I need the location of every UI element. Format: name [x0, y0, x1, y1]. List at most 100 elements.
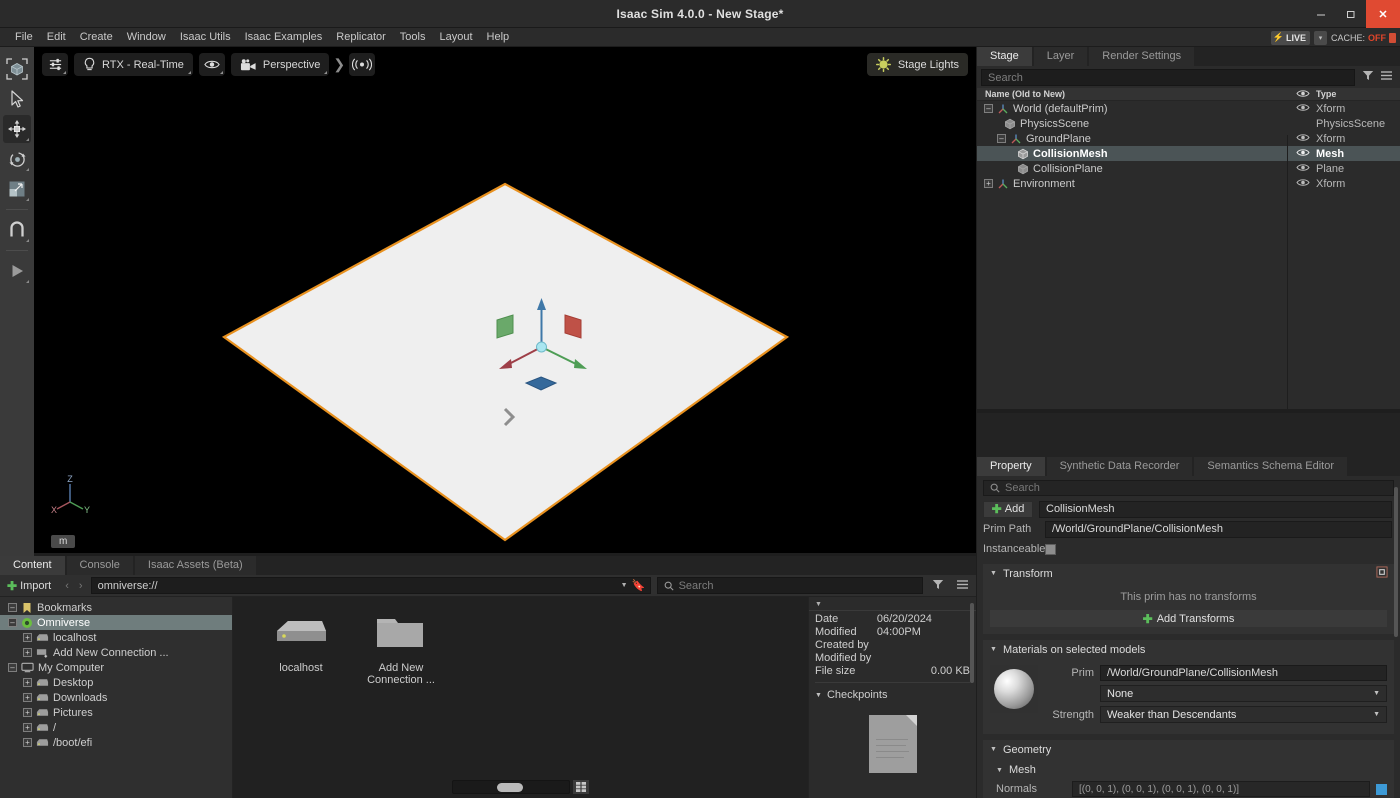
import-button[interactable]: ✚ Import: [4, 578, 57, 594]
viewport[interactable]: RTX - Real-Time Perspective ❯ Stage Ligh…: [34, 47, 976, 556]
content-tree-item-downloads[interactable]: + Downloads: [0, 690, 232, 705]
stage-lights-selector[interactable]: Stage Lights: [866, 53, 968, 76]
expander-toggle[interactable]: +: [23, 708, 32, 717]
tab-render-settings[interactable]: Render Settings: [1089, 47, 1195, 66]
menu-isaac-examples[interactable]: Isaac Examples: [238, 28, 330, 47]
stage-row-groundplane[interactable]: – GroundPlane Xform: [977, 131, 1400, 146]
tab-property[interactable]: Property: [977, 457, 1045, 476]
detail-scrollbar[interactable]: [970, 603, 974, 683]
expander-toggle[interactable]: –: [8, 603, 17, 612]
transform-target-icon[interactable]: [1376, 566, 1388, 581]
menu-layout[interactable]: Layout: [432, 28, 479, 47]
expander-toggle[interactable]: +: [23, 723, 32, 732]
visibility-toggle[interactable]: [1290, 103, 1316, 115]
normals-color-swatch[interactable]: [1376, 783, 1387, 795]
property-search-input[interactable]: Search: [983, 480, 1394, 496]
cache-status[interactable]: CACHE: OFF: [1331, 32, 1396, 43]
content-tree-item-add-connection[interactable]: + Add New Connection ...: [0, 645, 232, 660]
menu-tools[interactable]: Tools: [393, 28, 433, 47]
rotate-tool[interactable]: [3, 145, 31, 173]
stage-row-collisionmesh[interactable]: CollisionMesh Mesh: [977, 146, 1400, 161]
prim-name-input[interactable]: CollisionMesh: [1039, 500, 1392, 518]
stage-search-input[interactable]: Search: [981, 69, 1355, 86]
select-tool[interactable]: [3, 85, 31, 113]
content-tree-item-localhost[interactable]: + localhost: [0, 630, 232, 645]
tab-isaac-assets[interactable]: Isaac Assets (Beta): [134, 556, 256, 575]
content-tree-item-boot-efi[interactable]: + /boot/efi: [0, 735, 232, 750]
content-filter-button[interactable]: [929, 579, 947, 593]
grid-view-toggle[interactable]: [573, 780, 589, 794]
content-tree-item-bookmarks[interactable]: – Bookmarks: [0, 600, 232, 615]
expander-toggle[interactable]: +: [23, 678, 32, 687]
stage-row-world[interactable]: – World (defaultPrim) Xform: [977, 101, 1400, 116]
menu-create[interactable]: Create: [73, 28, 120, 47]
expander-toggle[interactable]: –: [8, 663, 17, 672]
content-tree-item-pictures[interactable]: + Pictures: [0, 705, 232, 720]
column-header-name[interactable]: Name (Old to New): [977, 89, 1290, 99]
transform-section-header[interactable]: ▼ Transform: [983, 564, 1394, 583]
snap-tool[interactable]: [3, 216, 31, 244]
add-transforms-button[interactable]: ✚ Add Transforms: [990, 610, 1387, 627]
content-file-grid[interactable]: localhost Add New Connection ...: [233, 597, 808, 798]
add-property-button[interactable]: ✚ Add: [983, 500, 1033, 518]
prim-path-input[interactable]: /World/GroundPlane/CollisionMesh: [1045, 520, 1392, 538]
viewport-visibility-button[interactable]: [198, 53, 225, 76]
camera-selector[interactable]: Perspective: [230, 53, 330, 76]
content-tree-item-desktop[interactable]: + Desktop: [0, 675, 232, 690]
content-search-input[interactable]: Search: [656, 577, 923, 594]
expander-toggle[interactable]: +: [23, 738, 32, 747]
checkpoints-section-header[interactable]: ▼ Checkpoints: [809, 687, 976, 703]
content-menu-button[interactable]: [953, 579, 972, 593]
instanceable-checkbox[interactable]: [1045, 543, 1056, 555]
content-tree[interactable]: – Bookmarks – Omniverse + localhost + Ad…: [0, 597, 233, 798]
menu-help[interactable]: Help: [480, 28, 517, 47]
expander-toggle[interactable]: +: [23, 693, 32, 702]
material-sphere-preview[interactable]: [990, 665, 1038, 713]
move-tool[interactable]: [3, 115, 31, 143]
menu-replicator[interactable]: Replicator: [329, 28, 393, 47]
bookmark-icon[interactable]: 🔖: [632, 579, 646, 592]
tab-content[interactable]: Content: [0, 556, 65, 575]
visibility-toggle[interactable]: [1290, 163, 1316, 175]
select-box-tool[interactable]: [3, 55, 31, 83]
expander-toggle[interactable]: +: [23, 633, 32, 642]
expander-toggle[interactable]: +: [984, 179, 993, 188]
nav-forward-button[interactable]: ›: [77, 580, 85, 592]
chevron-down-icon[interactable]: ▼: [621, 582, 628, 589]
property-scrollbar[interactable]: [1394, 487, 1398, 637]
grid-item-add-connection[interactable]: Add New Connection ...: [365, 611, 437, 686]
stage-menu-button[interactable]: [1377, 70, 1396, 84]
materials-section-header[interactable]: ▼ Materials on selected models: [983, 640, 1394, 659]
strength-dropdown[interactable]: Weaker than Descendants ▼: [1100, 706, 1387, 723]
menu-file[interactable]: File: [8, 28, 40, 47]
tab-semantics-schema-editor[interactable]: Semantics Schema Editor: [1194, 457, 1347, 476]
geometry-section-header[interactable]: ▼ Geometry: [983, 740, 1394, 759]
tab-layer[interactable]: Layer: [1033, 47, 1088, 66]
minimize-button[interactable]: [1306, 0, 1336, 28]
maximize-button[interactable]: [1336, 0, 1366, 28]
content-tree-item-omniverse[interactable]: – Omniverse: [0, 615, 232, 630]
move-gizmo-overlay[interactable]: [474, 287, 614, 437]
expander-toggle[interactable]: –: [997, 134, 1006, 143]
renderer-selector[interactable]: RTX - Real-Time: [74, 53, 193, 76]
play-tool[interactable]: [3, 257, 31, 285]
expander-toggle[interactable]: –: [984, 104, 993, 113]
viewport-3d-scene[interactable]: [34, 47, 976, 556]
stage-row-physicsscene[interactable]: PhysicsScene PhysicsScene: [977, 116, 1400, 131]
normals-value-field[interactable]: [(0, 0, 1), (0, 0, 1), (0, 0, 1), (0, 0,…: [1072, 781, 1370, 797]
viewport-settings-button[interactable]: [42, 53, 68, 76]
viewport-sensor-button[interactable]: [349, 53, 376, 76]
content-tree-item-my-computer[interactable]: – My Computer: [0, 660, 232, 675]
material-prim-value[interactable]: /World/GroundPlane/CollisionMesh: [1100, 665, 1387, 681]
visibility-toggle[interactable]: [1290, 148, 1316, 160]
visibility-toggle[interactable]: [1290, 133, 1316, 145]
menu-isaac-utils[interactable]: Isaac Utils: [173, 28, 238, 47]
tab-synthetic-data-recorder[interactable]: Synthetic Data Recorder: [1046, 457, 1193, 476]
grid-item-localhost[interactable]: localhost: [265, 611, 337, 686]
stage-row-collisionplane[interactable]: CollisionPlane Plane: [977, 161, 1400, 176]
stage-filter-button[interactable]: [1359, 70, 1377, 84]
tab-stage[interactable]: Stage: [977, 47, 1032, 66]
tab-console[interactable]: Console: [66, 556, 133, 575]
visibility-toggle[interactable]: [1290, 178, 1316, 190]
content-tree-item-root[interactable]: + /: [0, 720, 232, 735]
